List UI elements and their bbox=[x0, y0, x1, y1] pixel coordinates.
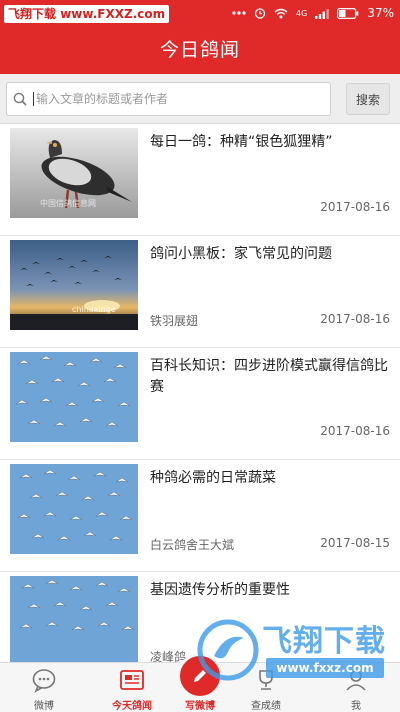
watermark-url: www.fxxz.com bbox=[266, 658, 384, 678]
article-title[interactable]: 种鸽必需的日常蔬菜 bbox=[150, 468, 388, 489]
alarm-icon bbox=[254, 8, 266, 19]
search-area: 搜索 bbox=[0, 74, 400, 124]
watermark-overlay: 飞翔下载 www.fxxz.com bbox=[196, 612, 392, 708]
watermark-text: 飞翔下载 bbox=[262, 624, 386, 659]
search-box[interactable] bbox=[6, 82, 331, 116]
more-dots-icon bbox=[232, 11, 246, 15]
battery-percent: 37% bbox=[367, 6, 394, 20]
search-button[interactable]: 搜索 bbox=[346, 83, 390, 115]
article-item[interactable]: 百科长知识：四步进阶模式赢得信鸽比赛 2017-08-16 bbox=[0, 348, 400, 460]
article-author: 凌峰鸽 bbox=[150, 650, 187, 662]
article-author: 铁羽展翅 bbox=[150, 314, 199, 328]
article-thumbnail bbox=[10, 464, 138, 554]
status-icons: 4G 37% bbox=[232, 4, 394, 22]
article-date: 2017-08-16 bbox=[320, 312, 390, 326]
article-item[interactable]: chinaxinge 鸽问小黑板：家飞常见的问题 铁羽展翅 2017-08-16 bbox=[0, 236, 400, 348]
watermark-top-name: 飞翔下载 bbox=[8, 7, 57, 21]
wifi-icon bbox=[274, 8, 288, 18]
nav-weibo-label: 微博 bbox=[34, 701, 54, 712]
article-title[interactable]: 基因遗传分析的重要性 bbox=[150, 580, 388, 601]
watermark-top-url: www.FXXZ.com bbox=[60, 7, 166, 21]
page-title: 今日鸽闻 bbox=[0, 26, 400, 74]
article-thumbnail: 中国信鸽信息网 bbox=[10, 128, 138, 218]
article-date: 2017-08-15 bbox=[320, 536, 390, 550]
article-thumbnail bbox=[10, 576, 138, 662]
search-input[interactable] bbox=[33, 92, 313, 106]
article-list[interactable]: 中国信鸽信息网 每日一鸽：种精“银色狐狸精” 2017-08-16 chinax… bbox=[0, 124, 400, 662]
search-icon bbox=[13, 92, 27, 106]
status-bar: 飞翔下载 www.FXXZ.com 4G 37% bbox=[0, 0, 400, 26]
article-title[interactable]: 百科长知识：四步进阶模式赢得信鸽比赛 bbox=[150, 356, 388, 398]
signal-icon bbox=[315, 8, 330, 19]
network-type: 4G bbox=[296, 8, 308, 18]
article-title[interactable]: 鸽问小黑板：家飞常见的问题 bbox=[150, 244, 388, 265]
article-author: 白云鸽舍王大斌 bbox=[150, 538, 235, 552]
thumbnail-caption: chinaxinge bbox=[72, 305, 116, 314]
thumbnail-caption: 中国信鸽信息网 bbox=[40, 198, 96, 208]
article-title[interactable]: 每日一鸽：种精“银色狐狸精” bbox=[150, 132, 388, 153]
article-item[interactable]: 种鸽必需的日常蔬菜 白云鸽舍王大斌 2017-08-15 bbox=[0, 460, 400, 572]
news-icon bbox=[120, 670, 144, 690]
watermark-logo-icon bbox=[197, 619, 259, 681]
article-thumbnail: chinaxinge bbox=[10, 240, 138, 330]
nav-weibo[interactable]: 微博 bbox=[4, 663, 84, 712]
article-date: 2017-08-16 bbox=[320, 424, 390, 438]
chat-bubble-icon bbox=[32, 669, 56, 693]
article-thumbnail bbox=[10, 352, 138, 442]
battery-icon bbox=[337, 7, 359, 19]
article-date: 2017-08-16 bbox=[320, 200, 390, 214]
watermark-top-badge: 飞翔下载 www.FXXZ.com bbox=[4, 5, 170, 23]
article-item[interactable]: 中国信鸽信息网 每日一鸽：种精“银色狐狸精” 2017-08-16 bbox=[0, 124, 400, 236]
